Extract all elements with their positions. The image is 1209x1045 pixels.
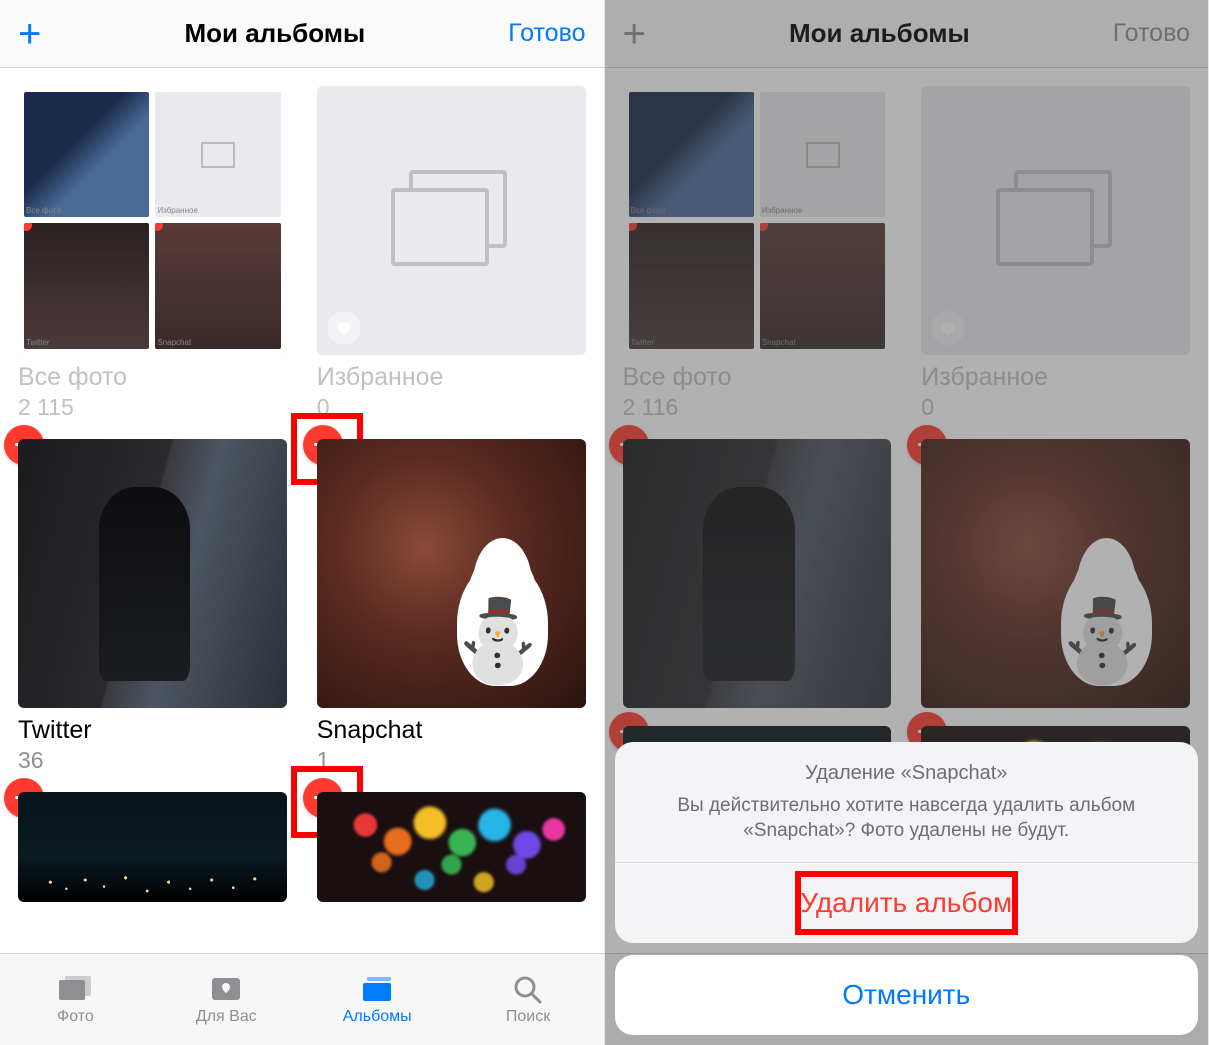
action-sheet-message: Вы действительно хотите навсегда удалить… xyxy=(637,793,1177,844)
stack-icon xyxy=(996,170,1116,270)
album-thumb: Все фото Избранное Twitter Snapchat xyxy=(623,86,892,355)
action-sheet-title: Удаление «Snapchat» xyxy=(637,762,1177,785)
page-title: Мои альбомы xyxy=(789,18,970,49)
navbar: + Мои альбомы Готово xyxy=(605,0,1209,68)
tab-albums[interactable]: Альбомы xyxy=(302,954,453,1045)
navbar: + Мои альбомы Готово xyxy=(0,0,604,68)
album-extra-2[interactable] xyxy=(317,792,586,902)
add-button[interactable]: + xyxy=(18,24,41,44)
album-count: 1 xyxy=(317,747,586,774)
tab-label: Альбомы xyxy=(343,1008,412,1026)
album-snapchat[interactable] xyxy=(921,439,1190,708)
album-title: Все фото xyxy=(623,363,892,392)
page-title: Мои альбомы xyxy=(184,18,365,49)
album-count: 2 115 xyxy=(18,394,287,421)
album-count: 2 116 xyxy=(623,394,892,421)
phone-left: + Мои альбомы Готово Все фото Избранное … xyxy=(0,0,605,1045)
content: Все фото Избранное Twitter Snapchat Все … xyxy=(0,68,604,953)
album-twitter[interactable]: Twitter 36 xyxy=(18,439,287,774)
action-sheet-panel: Удаление «Snapchat» Вы действительно хот… xyxy=(615,742,1199,943)
album-snapchat[interactable]: Snapchat 1 xyxy=(317,439,586,774)
done-button[interactable]: Готово xyxy=(508,19,585,48)
album-count: 36 xyxy=(18,747,287,774)
album-thumb xyxy=(921,86,1190,355)
album-title: Избранное xyxy=(317,363,586,392)
album-thumb xyxy=(18,439,287,708)
delete-album-label: Удалить альбом xyxy=(800,887,1012,918)
heart-icon xyxy=(327,311,361,345)
album-favorites[interactable]: Избранное 0 xyxy=(317,86,586,421)
tab-photos[interactable]: Фото xyxy=(0,954,151,1045)
album-extra-1[interactable] xyxy=(18,792,287,902)
album-all-photos[interactable]: Все фото Избранное Twitter Snapchat Все … xyxy=(623,86,892,421)
album-thumb: Все фото Избранное Twitter Snapchat xyxy=(18,86,287,355)
album-count: 0 xyxy=(921,394,1190,421)
done-button[interactable]: Готово xyxy=(1113,19,1190,48)
album-thumb xyxy=(921,439,1190,708)
action-sheet: Удаление «Snapchat» Вы действительно хот… xyxy=(615,742,1199,1035)
album-thumb xyxy=(317,439,586,708)
album-thumb xyxy=(317,792,586,902)
album-thumb xyxy=(317,86,586,355)
add-button[interactable]: + xyxy=(623,24,646,44)
cancel-button[interactable]: Отменить xyxy=(615,955,1199,1035)
album-twitter[interactable] xyxy=(623,439,892,708)
tab-label: Поиск xyxy=(506,1008,550,1026)
mini-collage: Все фото Избранное Twitter Snapchat xyxy=(18,86,287,355)
album-title: Twitter xyxy=(18,716,287,745)
tab-label: Фото xyxy=(57,1008,94,1026)
album-title: Snapchat xyxy=(317,716,586,745)
album-title: Все фото xyxy=(18,363,287,392)
tab-label: Для Вас xyxy=(196,1008,257,1026)
phone-right: + Мои альбомы Готово Все фото Избранное … xyxy=(605,0,1209,1045)
delete-album-action[interactable]: Удалить альбом xyxy=(615,863,1199,943)
album-favorites[interactable]: Избранное 0 xyxy=(921,86,1190,421)
album-thumb xyxy=(18,792,287,902)
album-thumb xyxy=(623,439,892,708)
album-count: 0 xyxy=(317,394,586,421)
mini-collage: Все фото Избранное Twitter Snapchat xyxy=(623,86,892,355)
action-sheet-header: Удаление «Snapchat» Вы действительно хот… xyxy=(615,742,1199,863)
album-all-photos[interactable]: Все фото Избранное Twitter Snapchat Все … xyxy=(18,86,287,421)
stack-icon xyxy=(391,170,511,270)
tab-search[interactable]: Поиск xyxy=(453,954,604,1045)
tab-for-you[interactable]: Для Вас xyxy=(151,954,302,1045)
cancel-label: Отменить xyxy=(842,979,970,1010)
heart-icon xyxy=(931,311,965,345)
tabbar: Фото Для Вас Альбомы Поиск xyxy=(0,953,604,1045)
album-title: Избранное xyxy=(921,363,1190,392)
